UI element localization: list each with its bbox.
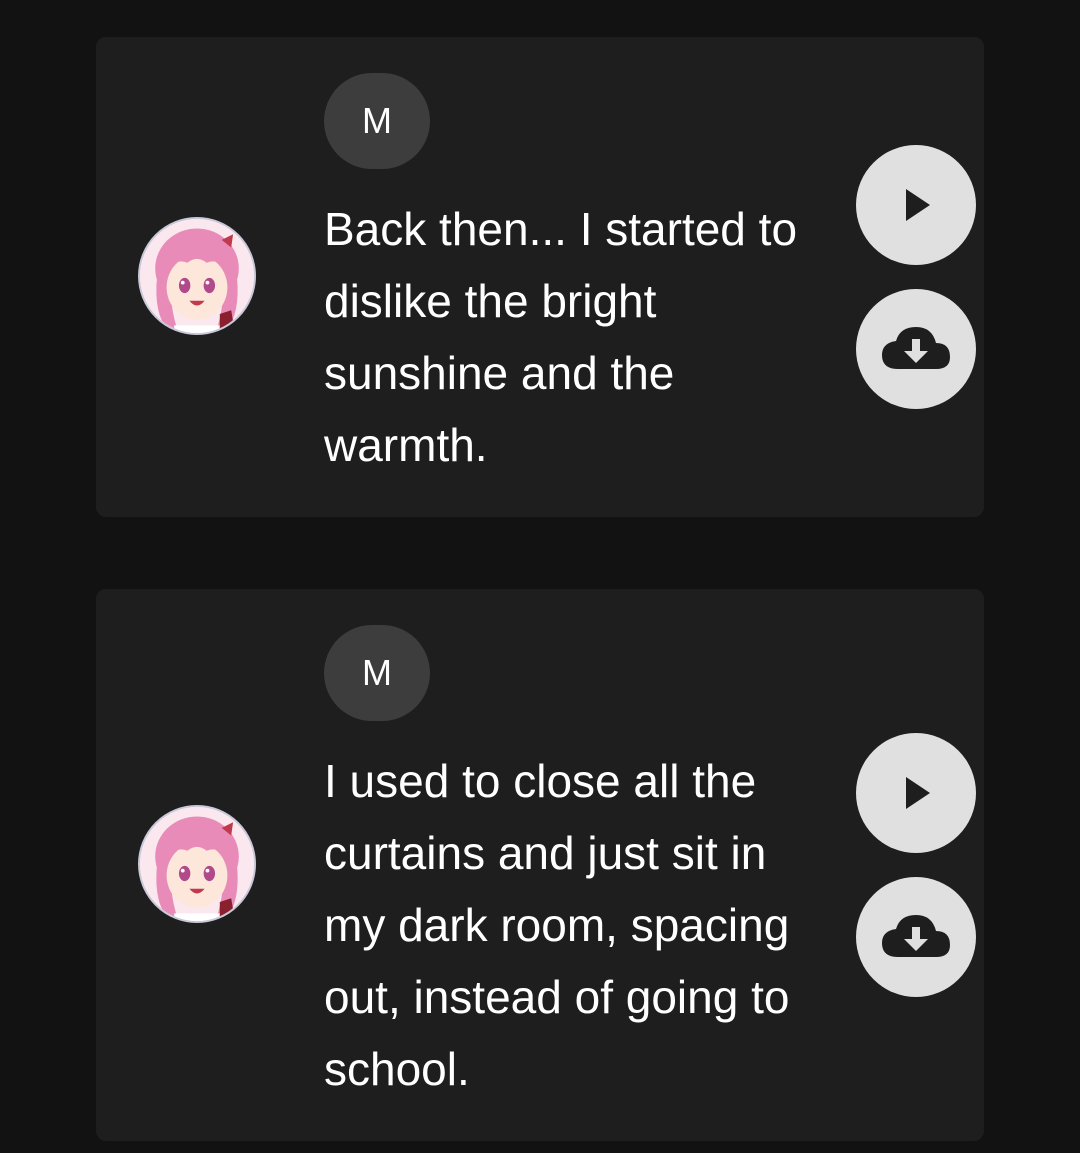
dialogue-text: I used to close all the curtains and jus… <box>324 755 790 1095</box>
dialogue-text: Back then... I started to dislike the br… <box>324 203 798 471</box>
speaker-chip[interactable]: M <box>324 73 430 169</box>
download-button[interactable] <box>856 289 976 409</box>
play-icon <box>906 189 930 221</box>
character-portrait-icon <box>140 807 254 921</box>
play-icon <box>906 777 930 809</box>
dialogue-card: M I used to close all the curtains and j… <box>96 589 984 1141</box>
cloud-download-icon <box>882 915 950 957</box>
play-button[interactable] <box>856 733 976 853</box>
dialogue-card: M Back then... I started to dislike the … <box>96 37 984 517</box>
character-avatar <box>138 805 256 923</box>
cloud-download-icon <box>882 327 950 369</box>
download-button[interactable] <box>856 877 976 997</box>
dialogue-page: M Back then... I started to dislike the … <box>0 0 1080 1153</box>
play-button[interactable] <box>856 145 976 265</box>
speaker-chip[interactable]: M <box>324 625 430 721</box>
character-portrait-icon <box>140 219 254 333</box>
character-avatar <box>138 217 256 335</box>
